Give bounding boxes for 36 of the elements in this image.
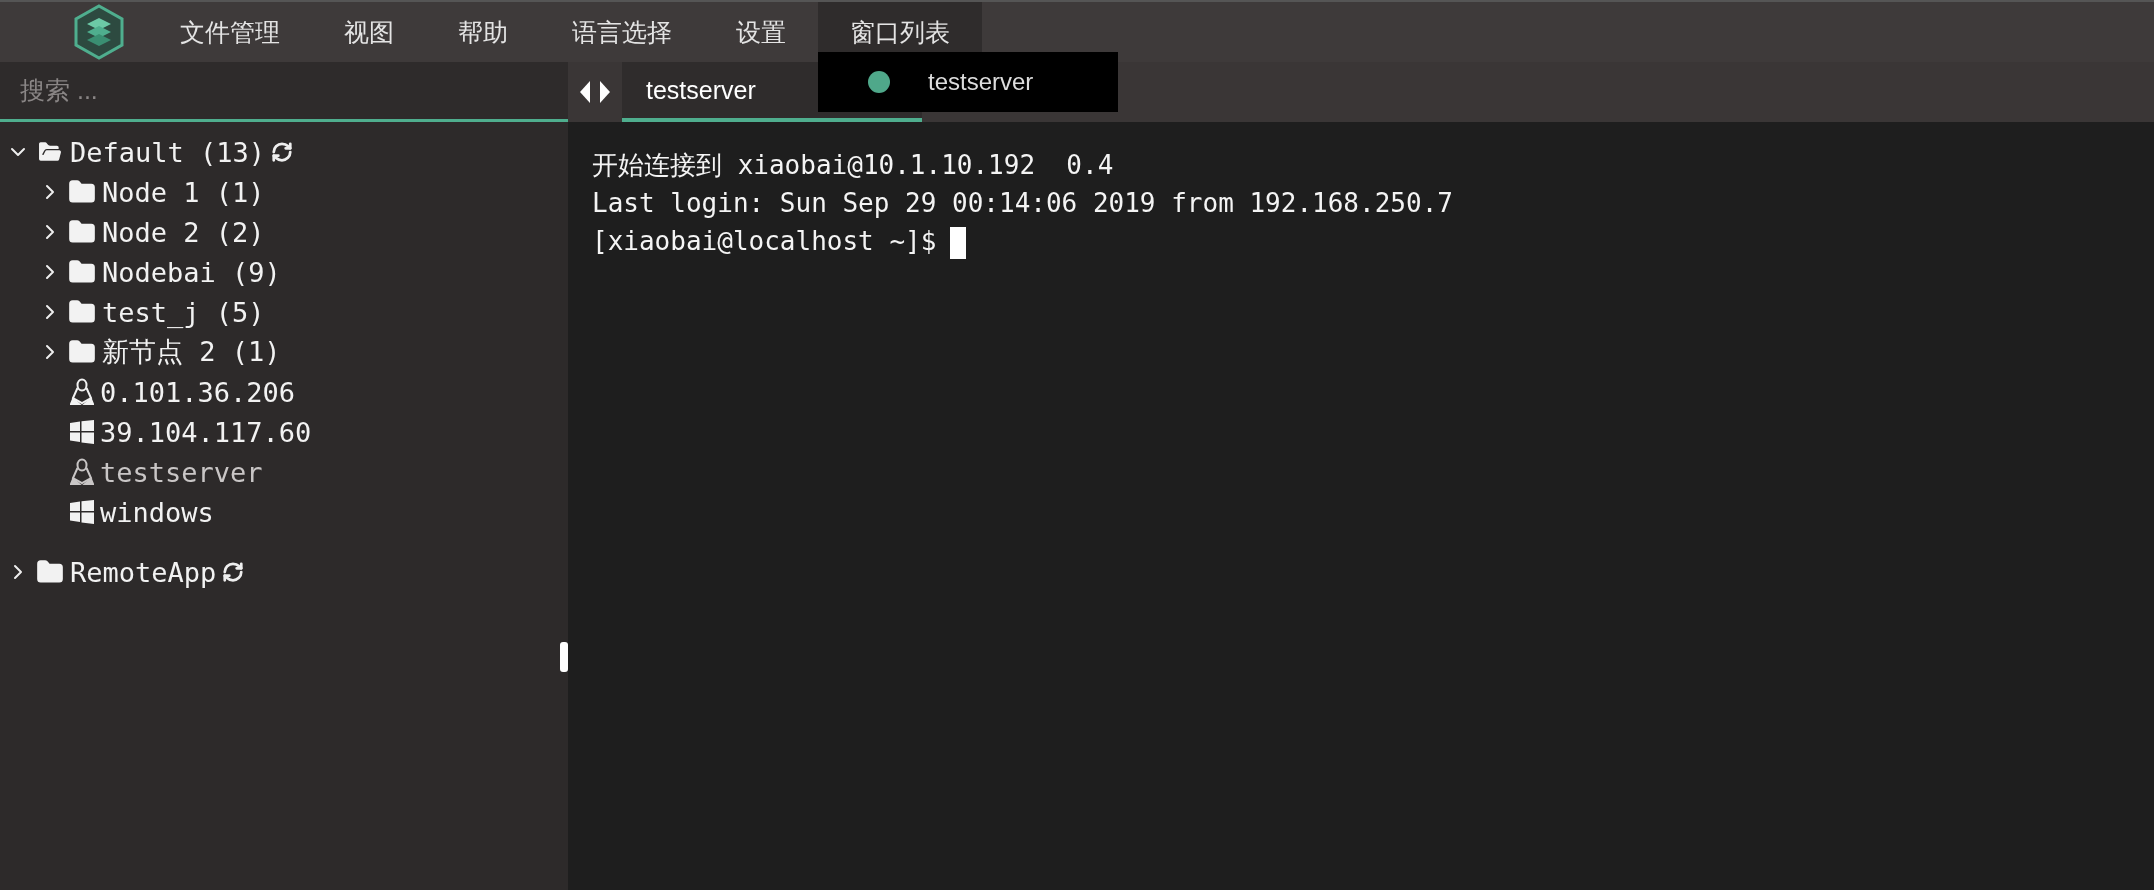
folder-icon bbox=[36, 558, 64, 586]
tree-item[interactable]: 新节点 2 (1) bbox=[102, 334, 281, 370]
tree-item[interactable]: testserver bbox=[100, 456, 263, 488]
menu-item[interactable]: 语言选择 bbox=[540, 2, 704, 62]
menu-item[interactable]: 视图 bbox=[312, 2, 426, 62]
tree-item[interactable]: Node 2 (2) bbox=[102, 216, 265, 248]
folder-icon bbox=[68, 298, 96, 326]
windows-icon bbox=[70, 500, 94, 524]
folder-icon bbox=[68, 218, 96, 246]
terminal-cursor bbox=[950, 226, 967, 259]
terminal-prompt: [xiaobai@localhost ~]$ bbox=[592, 226, 937, 256]
folder-icon bbox=[68, 338, 96, 366]
penguin-icon bbox=[70, 378, 94, 406]
tree-item[interactable]: test_j (5) bbox=[102, 296, 265, 328]
penguin-icon bbox=[70, 458, 94, 486]
tree-item[interactable]: 39.104.117.60 bbox=[100, 416, 312, 448]
resize-handle[interactable] bbox=[560, 642, 568, 672]
menu-item[interactable]: 帮助 bbox=[426, 2, 540, 62]
logo-icon bbox=[73, 4, 125, 60]
folder-icon bbox=[68, 258, 96, 286]
tree-item[interactable]: Default (13) bbox=[70, 136, 266, 168]
terminal-line: Last login: Sun Sep 29 00:14:06 2019 from 192.168.250.7 bbox=[592, 187, 1454, 220]
tab-arrows-icon[interactable] bbox=[578, 79, 612, 105]
refresh-icon[interactable] bbox=[271, 141, 294, 163]
refresh-icon[interactable] bbox=[222, 561, 245, 583]
tree-item[interactable]: RemoteApp bbox=[70, 556, 217, 588]
menu-item[interactable]: 设置 bbox=[704, 2, 818, 62]
window-list-item[interactable]: testserver bbox=[928, 68, 1034, 96]
tree-item[interactable]: 0.101.36.206 bbox=[100, 376, 296, 408]
tree-item[interactable]: Node 1 (1) bbox=[102, 176, 265, 208]
windows-icon bbox=[70, 420, 94, 444]
tree-item[interactable]: windows bbox=[100, 496, 214, 528]
menu-item[interactable]: 文件管理 bbox=[148, 2, 312, 62]
folder-icon bbox=[68, 178, 96, 206]
terminal-line: 开始连接到 xiaobai@10.1.10.192 0.4 bbox=[592, 149, 1115, 182]
tree-item[interactable]: Nodebai (9) bbox=[102, 256, 281, 288]
